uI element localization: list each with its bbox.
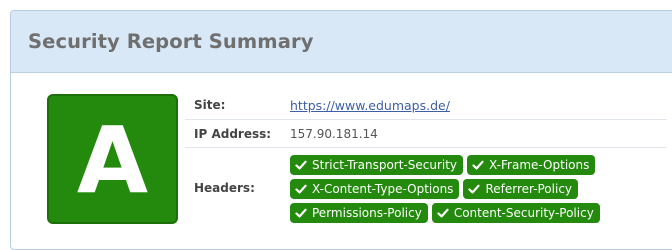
badge-line: X-Content-Type-Options Referrer-Policy <box>290 178 600 199</box>
check-icon <box>295 184 307 193</box>
header-badge: X-Frame-Options <box>467 154 596 175</box>
check-icon <box>437 208 449 217</box>
ip-value: 157.90.181.14 <box>290 126 378 141</box>
panel-header: Security Report Summary <box>11 11 672 73</box>
headers-label: Headers: <box>194 181 255 195</box>
header-badge: Strict-Transport-Security <box>290 154 464 175</box>
grade-badge: A <box>47 94 178 224</box>
header-badge: Referrer-Policy <box>463 178 579 199</box>
site-row: Site: https://www.edumaps.de/ <box>185 91 667 120</box>
headers-row: Headers: Strict-Transport-Security X-Fra… <box>185 148 667 228</box>
header-badge-label: X-Content-Type-Options <box>312 181 454 196</box>
site-link[interactable]: https://www.edumaps.de/ <box>290 98 450 113</box>
badge-line: Strict-Transport-Security X-Frame-Option… <box>290 154 600 175</box>
ip-label: IP Address: <box>194 126 272 141</box>
panel-title: Security Report Summary <box>28 30 314 53</box>
site-label: Site: <box>194 98 226 112</box>
check-icon <box>472 160 484 169</box>
header-badge-label: X-Frame-Options <box>489 157 590 172</box>
header-badge-label: Permissions-Policy <box>312 205 422 220</box>
header-badge: X-Content-Type-Options <box>290 178 460 199</box>
header-badge-label: Content-Security-Policy <box>453 205 594 220</box>
grade-letter: A <box>76 107 149 214</box>
header-badge-label: Referrer-Policy <box>485 181 573 196</box>
report-info-table: Site: https://www.edumaps.de/ IP Address… <box>185 91 667 228</box>
check-icon <box>468 184 481 193</box>
header-badge-label: Strict-Transport-Security <box>312 157 458 172</box>
badge-line: Permissions-Policy Content-Security-Poli… <box>290 202 600 223</box>
header-badge: Permissions-Policy <box>290 202 428 223</box>
ip-row: IP Address: 157.90.181.14 <box>185 120 667 148</box>
header-badges: Strict-Transport-Security X-Frame-Option… <box>290 154 600 223</box>
check-icon <box>295 208 307 217</box>
header-badge: Content-Security-Policy <box>431 202 600 223</box>
check-icon <box>295 160 307 169</box>
security-report-panel: Security Report Summary A Site: https://… <box>10 10 672 250</box>
